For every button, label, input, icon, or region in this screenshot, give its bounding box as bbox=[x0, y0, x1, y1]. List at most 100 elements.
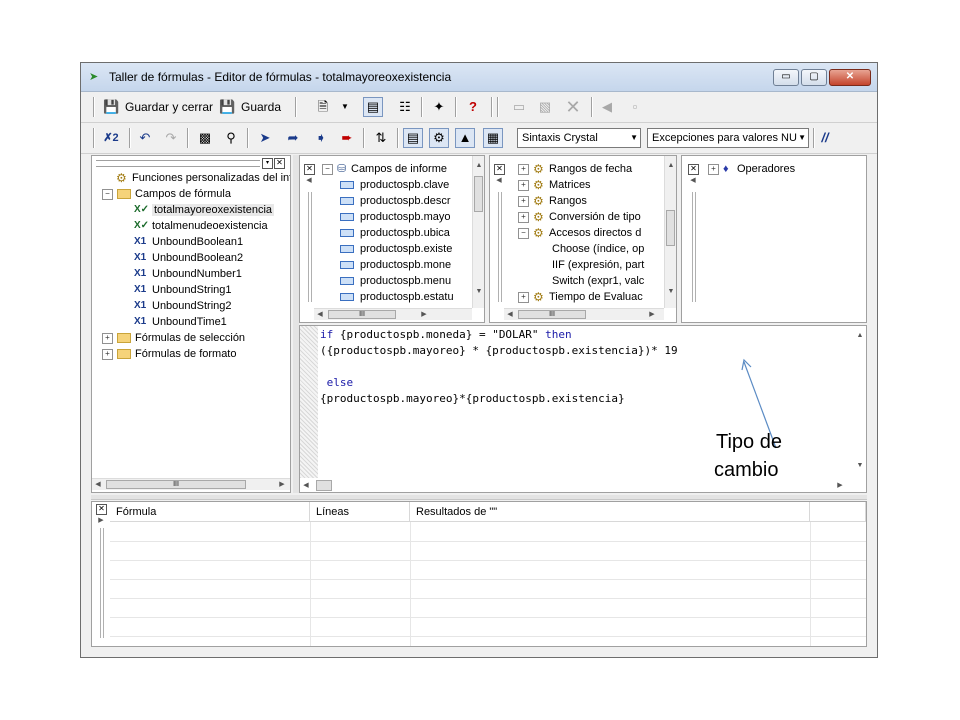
collapse-icon[interactable]: − bbox=[102, 188, 113, 200]
workshop-tree-item[interactable]: + Fórmulas de formato bbox=[102, 346, 236, 362]
field-item[interactable]: productospb.mayo bbox=[340, 209, 451, 225]
bookmark-clear-icon[interactable]: ➨ bbox=[337, 128, 357, 148]
help-icon[interactable]: ? bbox=[463, 97, 483, 117]
fields-root[interactable]: − ⛁ Campos de informe bbox=[322, 161, 447, 177]
scroll-right-icon[interactable]: ▶ bbox=[276, 480, 288, 488]
expert-wand-icon[interactable]: ✦ bbox=[429, 97, 449, 117]
field-item[interactable]: productospb.estatu bbox=[340, 289, 454, 305]
scroll-down-icon[interactable]: ▼ bbox=[854, 462, 866, 469]
formula-editor[interactable]: if {productospb.moneda} = "DOLAR" then({… bbox=[299, 325, 867, 493]
properties-icon[interactable]: ☷ bbox=[395, 97, 415, 117]
workshop-tree-hscroll[interactable]: ◀ III ▶ bbox=[92, 478, 290, 490]
rename-icon[interactable]: ▧ bbox=[535, 97, 555, 117]
delete-icon[interactable]: ✕ bbox=[563, 97, 583, 117]
previous-icon[interactable]: ◀ bbox=[597, 97, 617, 117]
expand-icon[interactable]: + bbox=[518, 291, 529, 303]
add-icon[interactable]: ▭ bbox=[509, 97, 529, 117]
close-button[interactable]: ✕ bbox=[829, 69, 871, 86]
scroll-left-icon[interactable]: ◀ bbox=[300, 481, 312, 489]
workshop-tree-item[interactable]: X1 UnboundTime1 bbox=[134, 314, 227, 330]
next-icon[interactable]: ▫ bbox=[625, 97, 645, 117]
scroll-down-icon[interactable]: ▼ bbox=[665, 288, 676, 295]
new-dropdown-arrow-icon[interactable]: ▼ bbox=[339, 97, 351, 117]
save-close-button[interactable]: Guardar y cerrar bbox=[125, 97, 213, 117]
workshop-tree-item[interactable]: X1 UnboundNumber1 bbox=[134, 266, 242, 282]
show-editor-icon[interactable]: ▦ bbox=[483, 128, 503, 148]
show-operators-icon[interactable]: ▲ bbox=[455, 128, 475, 148]
field-item[interactable]: productospb.descr bbox=[340, 193, 451, 209]
editor-vscroll[interactable]: ▲ ▼ bbox=[854, 326, 866, 478]
function-item[interactable]: + ⚙ Matrices bbox=[518, 177, 591, 193]
save-button[interactable]: Guarda bbox=[241, 97, 281, 117]
function-item[interactable]: − ⚙ Accesos directos d bbox=[518, 225, 641, 241]
fields-hscroll[interactable]: ◀ III ▶ bbox=[314, 308, 472, 320]
workshop-tree-item[interactable]: X1 UnboundString1 bbox=[134, 282, 232, 298]
panel-collapse-icon[interactable]: ◀ bbox=[493, 176, 505, 184]
workshop-tree-item[interactable]: X✓ totalmayoreoxexistencia bbox=[134, 202, 275, 218]
editor-hscroll[interactable]: ◀ ▶ bbox=[300, 480, 866, 492]
title-bar[interactable]: ➤ Taller de fórmulas - Editor de fórmula… bbox=[81, 63, 877, 92]
expand-icon[interactable]: + bbox=[518, 195, 529, 207]
panel-close-icon[interactable]: ✕ bbox=[304, 164, 315, 175]
function-item[interactable]: + ⚙ Conversión de tipo bbox=[518, 209, 641, 225]
workshop-tree-item[interactable]: ⚙ Funciones personalizadas del inf bbox=[116, 170, 290, 186]
panel-collapse-icon[interactable]: ◀ bbox=[687, 176, 699, 184]
function-item[interactable]: + ⚙ Tiempo de Evaluac bbox=[518, 289, 643, 305]
field-item[interactable]: productospb.ubica bbox=[340, 225, 450, 241]
scroll-up-icon[interactable]: ▲ bbox=[473, 162, 484, 169]
function-item[interactable]: IIF (expresión, part bbox=[552, 257, 644, 273]
scroll-up-icon[interactable]: ▲ bbox=[665, 162, 676, 169]
field-item[interactable]: productospb.clave bbox=[340, 177, 449, 193]
panel-close-icon[interactable]: ✕ bbox=[274, 158, 285, 169]
comment-button[interactable]: // bbox=[815, 128, 835, 148]
fields-vscroll[interactable]: ▲ ▼ bbox=[472, 156, 484, 308]
scroll-right-icon[interactable]: ▶ bbox=[646, 310, 658, 318]
panel-close-icon[interactable]: ✕ bbox=[96, 504, 107, 515]
bookmark-toggle-icon[interactable]: ➤ bbox=[255, 128, 275, 148]
find-binoculars-icon[interactable]: ⚲ bbox=[221, 128, 241, 148]
scroll-up-icon[interactable]: ▲ bbox=[854, 332, 866, 339]
scroll-thumb[interactable] bbox=[474, 176, 483, 212]
show-fields-icon[interactable]: ▤ bbox=[403, 128, 423, 148]
function-item[interactable]: + ⚙ Rangos de fecha bbox=[518, 161, 632, 177]
function-item[interactable]: Choose (índice, op bbox=[552, 241, 644, 257]
field-item[interactable]: productospb.menu bbox=[340, 273, 451, 289]
expand-icon[interactable]: + bbox=[518, 179, 529, 191]
scroll-thumb[interactable]: III bbox=[518, 310, 586, 319]
function-item[interactable]: + ⚙ Rangos bbox=[518, 193, 587, 209]
scroll-left-icon[interactable]: ◀ bbox=[314, 310, 326, 318]
scroll-thumb[interactable]: III bbox=[106, 480, 246, 489]
expand-icon[interactable]: + bbox=[518, 211, 529, 223]
bookmark-next-icon[interactable]: ➦ bbox=[283, 128, 303, 148]
scroll-thumb[interactable] bbox=[666, 210, 675, 246]
new-document-icon[interactable]: 🗎 bbox=[313, 97, 333, 117]
column-header-lines[interactable]: Líneas bbox=[310, 502, 410, 522]
sort-icon[interactable]: ⇅ bbox=[371, 128, 391, 148]
workshop-tree-item[interactable]: − Campos de fórmula bbox=[102, 186, 231, 202]
expand-icon[interactable]: + bbox=[708, 163, 719, 175]
scroll-right-icon[interactable]: ▶ bbox=[418, 310, 430, 318]
functions-hscroll[interactable]: ◀ III ▶ bbox=[504, 308, 664, 320]
operators-root[interactable]: + ♦ Operadores bbox=[708, 161, 795, 177]
panel-collapse-icon[interactable]: ◀ bbox=[303, 176, 315, 184]
show-functions-icon[interactable]: ⚙ bbox=[429, 128, 449, 148]
field-item[interactable]: productospb.mone bbox=[340, 257, 451, 273]
scroll-left-icon[interactable]: ◀ bbox=[92, 480, 104, 488]
panel-close-icon[interactable]: ✕ bbox=[494, 164, 505, 175]
bookmark-prev-icon[interactable]: ➧ bbox=[311, 128, 331, 148]
null-exceptions-select[interactable]: Excepciones para valores NU ▼ bbox=[647, 128, 809, 148]
field-item[interactable]: productospb.existe bbox=[340, 241, 452, 257]
expand-icon[interactable]: + bbox=[102, 348, 113, 360]
undo-icon[interactable]: ↶ bbox=[135, 128, 155, 148]
collapse-icon[interactable]: − bbox=[518, 227, 529, 239]
scroll-right-icon[interactable]: ▶ bbox=[834, 481, 846, 489]
syntax-select[interactable]: Sintaxis Crystal ▼ bbox=[517, 128, 641, 148]
browse-data-icon[interactable]: ▩ bbox=[195, 128, 215, 148]
scroll-left-icon[interactable]: ◀ bbox=[504, 310, 516, 318]
expand-icon[interactable]: + bbox=[102, 332, 113, 344]
workshop-tree-item[interactable]: X1 UnboundBoolean2 bbox=[134, 250, 243, 266]
workshop-tree-item[interactable]: X1 UnboundBoolean1 bbox=[134, 234, 243, 250]
panel-collapse-icon[interactable]: ▶ bbox=[95, 516, 107, 524]
minimize-button[interactable]: ▭ bbox=[773, 69, 799, 86]
scroll-down-icon[interactable]: ▼ bbox=[473, 288, 484, 295]
